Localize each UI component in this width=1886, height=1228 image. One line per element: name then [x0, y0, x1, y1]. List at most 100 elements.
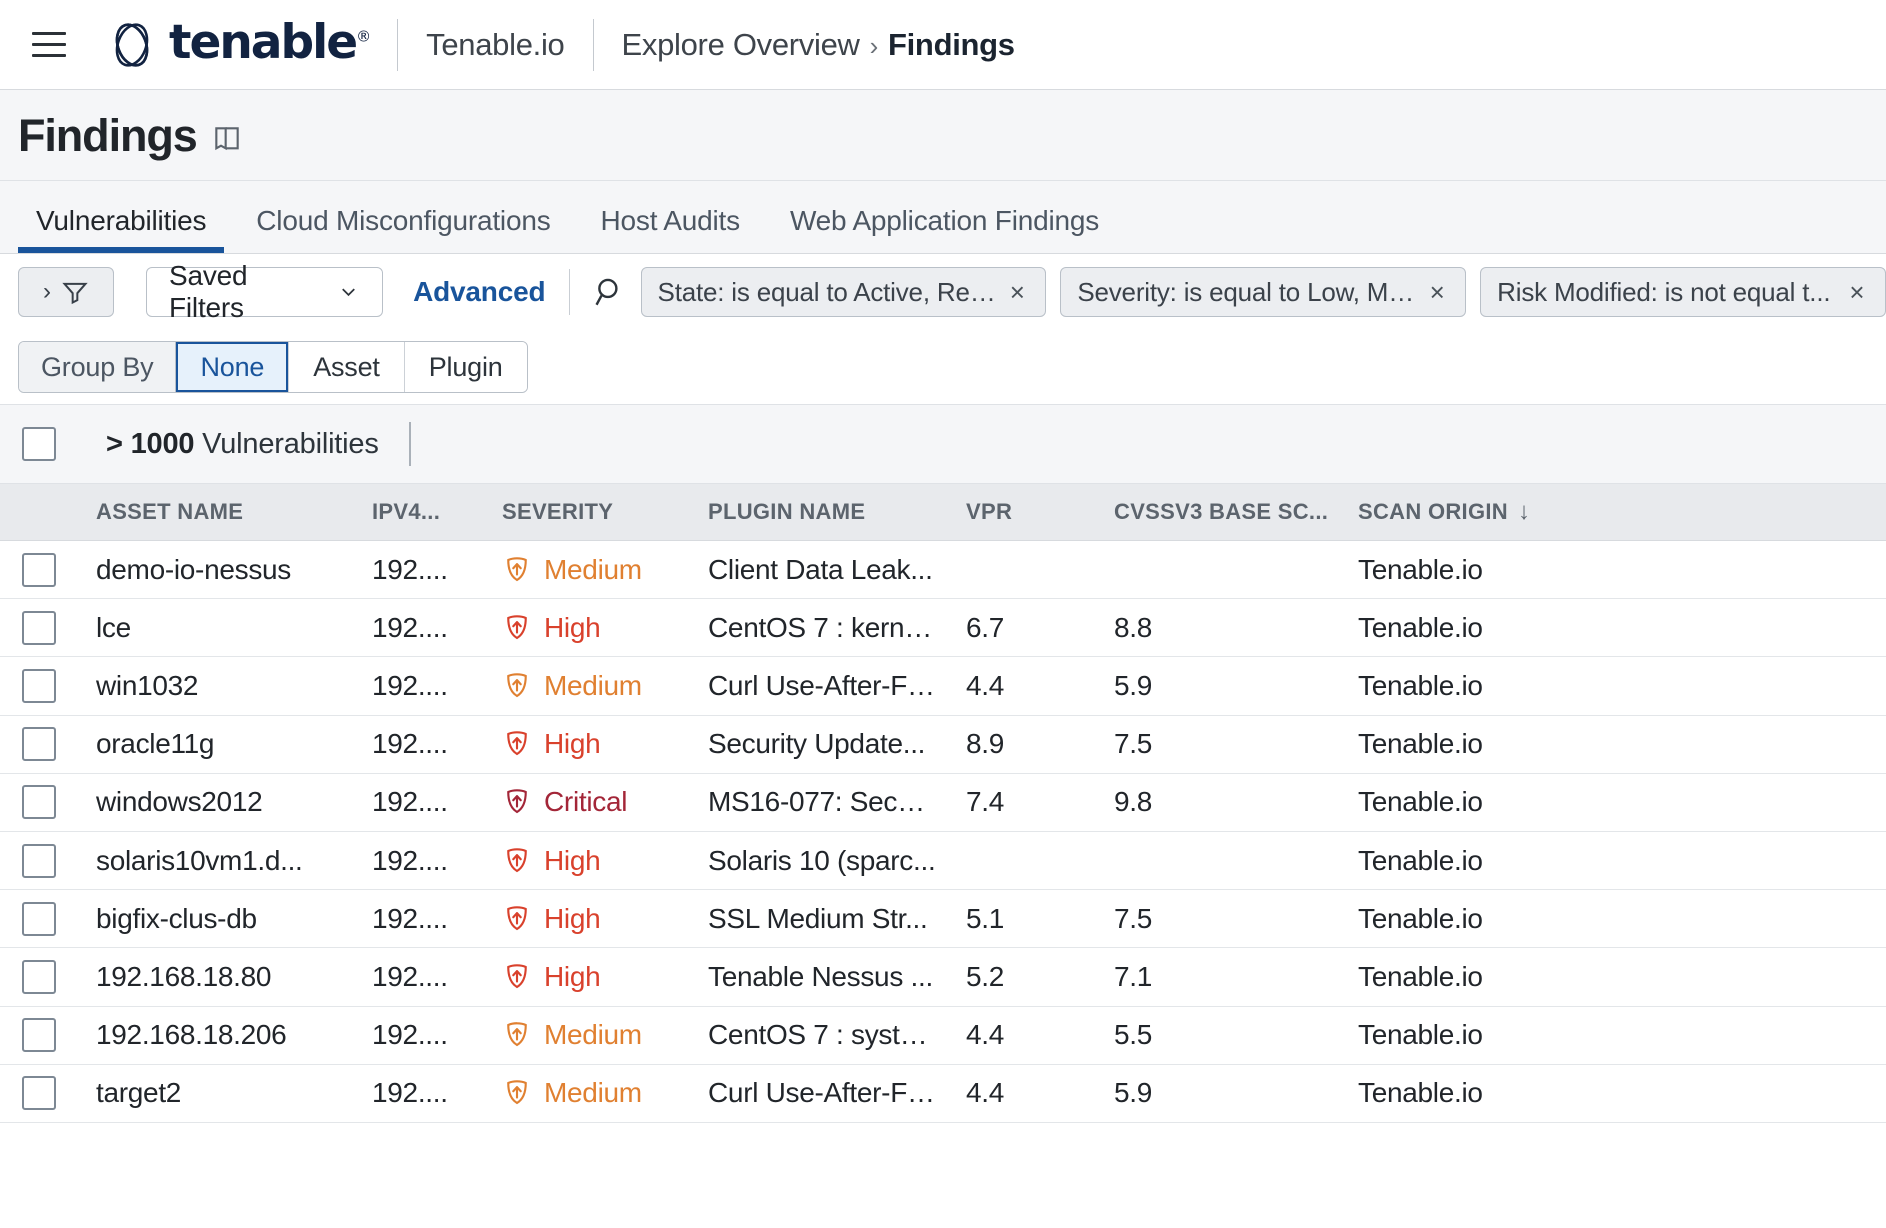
cell-ipv4: 192.... — [372, 728, 472, 760]
row-checkbox[interactable] — [22, 1018, 56, 1052]
table-row[interactable]: 192.168.18.80192....HighTenable Nessus .… — [0, 948, 1886, 1006]
page-title: Findings — [18, 113, 197, 158]
row-checkbox[interactable] — [22, 553, 56, 587]
tenable-logo[interactable]: tenable® — [106, 19, 369, 71]
cell-vpr: 4.4 — [966, 1077, 1084, 1109]
cell-plugin-name: Client Data Leak... — [708, 554, 936, 586]
column-header-ipv4[interactable]: IPV4... — [372, 499, 472, 525]
filter-chip-risk-modified[interactable]: Risk Modified: is not equal t... × — [1480, 267, 1886, 317]
cell-scan-origin: Tenable.io — [1358, 554, 1628, 586]
row-checkbox[interactable] — [22, 844, 56, 878]
close-icon[interactable]: × — [1419, 277, 1455, 308]
group-by-option-none[interactable]: None — [176, 342, 289, 392]
tab-web-application-findings[interactable]: Web Application Findings — [772, 205, 1117, 253]
tab-cloud-misconfigurations[interactable]: Cloud Misconfigurations — [238, 205, 568, 253]
divider — [397, 19, 398, 71]
row-checkbox[interactable] — [22, 611, 56, 645]
advanced-filter-link[interactable]: Advanced — [413, 276, 545, 308]
arrow-down-icon: ↓ — [1518, 498, 1530, 526]
column-header-scan-origin[interactable]: SCAN ORIGIN ↓ — [1358, 498, 1628, 526]
group-by-segmented-control: Group By None Asset Plugin — [18, 341, 528, 393]
table-header: ASSET NAME IPV4... SEVERITY PLUGIN NAME … — [0, 484, 1886, 541]
count-prefix: > — [106, 428, 131, 460]
table-row[interactable]: windows2012192....CriticalMS16-077: Secu… — [0, 774, 1886, 832]
table-row[interactable]: 192.168.18.206192....MediumCentOS 7 : sy… — [0, 1007, 1886, 1065]
severity-label: Medium — [544, 1019, 642, 1051]
cell-asset-name: lce — [96, 612, 344, 644]
cell-vpr: 7.4 — [966, 786, 1084, 818]
severity-shield-icon — [502, 1020, 532, 1050]
cell-ipv4: 192.... — [372, 845, 472, 877]
book-icon[interactable] — [211, 123, 243, 160]
funnel-icon — [61, 278, 89, 306]
hamburger-icon[interactable] — [26, 22, 72, 68]
row-checkbox[interactable] — [22, 785, 56, 819]
severity-label: High — [544, 845, 600, 877]
cell-scan-origin: Tenable.io — [1358, 670, 1628, 702]
search-icon[interactable] — [588, 275, 632, 309]
cell-asset-name: bigfix-clus-db — [96, 903, 344, 935]
cell-severity: Medium — [502, 1019, 678, 1051]
severity-label: High — [544, 612, 600, 644]
breadcrumb: Explore Overview › Findings — [622, 27, 1015, 63]
row-checkbox[interactable] — [22, 727, 56, 761]
cell-vpr: 6.7 — [966, 612, 1084, 644]
cell-vpr: 8.9 — [966, 728, 1084, 760]
results-summary-bar: > 1000 Vulnerabilities — [0, 404, 1886, 484]
column-header-asset-name[interactable]: ASSET NAME — [96, 499, 344, 525]
column-header-vpr[interactable]: VPR — [966, 499, 1084, 525]
column-header-severity[interactable]: SEVERITY — [502, 499, 678, 525]
cell-asset-name: win1032 — [96, 670, 344, 702]
cell-asset-name: solaris10vm1.d... — [96, 845, 344, 877]
breadcrumb-current: Findings — [888, 27, 1015, 62]
column-header-plugin-name[interactable]: PLUGIN NAME — [708, 499, 936, 525]
cell-cvssv3-base-score: 5.5 — [1114, 1019, 1328, 1051]
row-checkbox[interactable] — [22, 902, 56, 936]
table-row[interactable]: win1032192....MediumCurl Use-After-Fr...… — [0, 657, 1886, 715]
count-suffix: Vulnerabilities — [194, 428, 378, 460]
cell-ipv4: 192.... — [372, 903, 472, 935]
column-header-label: SCAN ORIGIN — [1358, 499, 1508, 525]
registered-mark: ® — [356, 27, 369, 45]
cell-plugin-name: Curl Use-After-Fr... — [708, 670, 936, 702]
saved-filters-dropdown[interactable]: Saved Filters — [146, 267, 383, 317]
table-row[interactable]: solaris10vm1.d...192....HighSolaris 10 (… — [0, 832, 1886, 890]
close-icon[interactable]: × — [999, 277, 1035, 308]
table-row[interactable]: bigfix-clus-db192....HighSSL Medium Str.… — [0, 890, 1886, 948]
cell-vpr: 4.4 — [966, 670, 1084, 702]
close-icon[interactable]: × — [1839, 277, 1875, 308]
filter-chip-severity[interactable]: Severity: is equal to Low, Me... × — [1060, 267, 1466, 317]
cell-severity: High — [502, 728, 678, 760]
row-checkbox[interactable] — [22, 1076, 56, 1110]
select-all-checkbox[interactable] — [22, 427, 56, 461]
cell-severity: High — [502, 612, 678, 644]
cell-ipv4: 192.... — [372, 670, 472, 702]
row-checkbox[interactable] — [22, 960, 56, 994]
row-checkbox[interactable] — [22, 669, 56, 703]
breadcrumb-parent[interactable]: Explore Overview — [622, 27, 860, 62]
breadcrumb-separator-icon: › — [870, 31, 878, 61]
table-row[interactable]: target2192....MediumCurl Use-After-Fr...… — [0, 1065, 1886, 1123]
column-header-cvssv3-base-score[interactable]: CVSSV3 BASE SC... — [1114, 499, 1328, 525]
table-row[interactable]: lce192....HighCentOS 7 : kerne...6.78.8T… — [0, 599, 1886, 657]
chevron-right-icon: › — [43, 280, 51, 304]
group-by-option-asset[interactable]: Asset — [289, 342, 405, 392]
cell-ipv4: 192.... — [372, 1077, 472, 1109]
cell-scan-origin: Tenable.io — [1358, 1019, 1628, 1051]
cell-cvssv3-base-score: 7.1 — [1114, 961, 1328, 993]
saved-filters-label: Saved Filters — [169, 260, 323, 324]
group-by-option-plugin[interactable]: Plugin — [405, 342, 527, 392]
filter-toggle-button[interactable]: › — [18, 267, 114, 317]
cell-plugin-name: MS16-077: Secur... — [708, 786, 936, 818]
cell-severity: High — [502, 961, 678, 993]
filter-bar: › Saved Filters Advanced State: is equal… — [0, 254, 1886, 330]
table-row[interactable]: oracle11g192....HighSecurity Update...8.… — [0, 716, 1886, 774]
filter-chip-state[interactable]: State: is equal to Active, Res... × — [641, 267, 1047, 317]
tenable-wordmark-text: tenable — [169, 15, 356, 70]
cell-vpr: 5.1 — [966, 903, 1084, 935]
cell-severity: High — [502, 845, 678, 877]
cell-plugin-name: Curl Use-After-Fr... — [708, 1077, 936, 1109]
tab-host-audits[interactable]: Host Audits — [583, 205, 758, 253]
table-row[interactable]: demo-io-nessus192....MediumClient Data L… — [0, 541, 1886, 599]
tab-vulnerabilities[interactable]: Vulnerabilities — [18, 205, 224, 253]
